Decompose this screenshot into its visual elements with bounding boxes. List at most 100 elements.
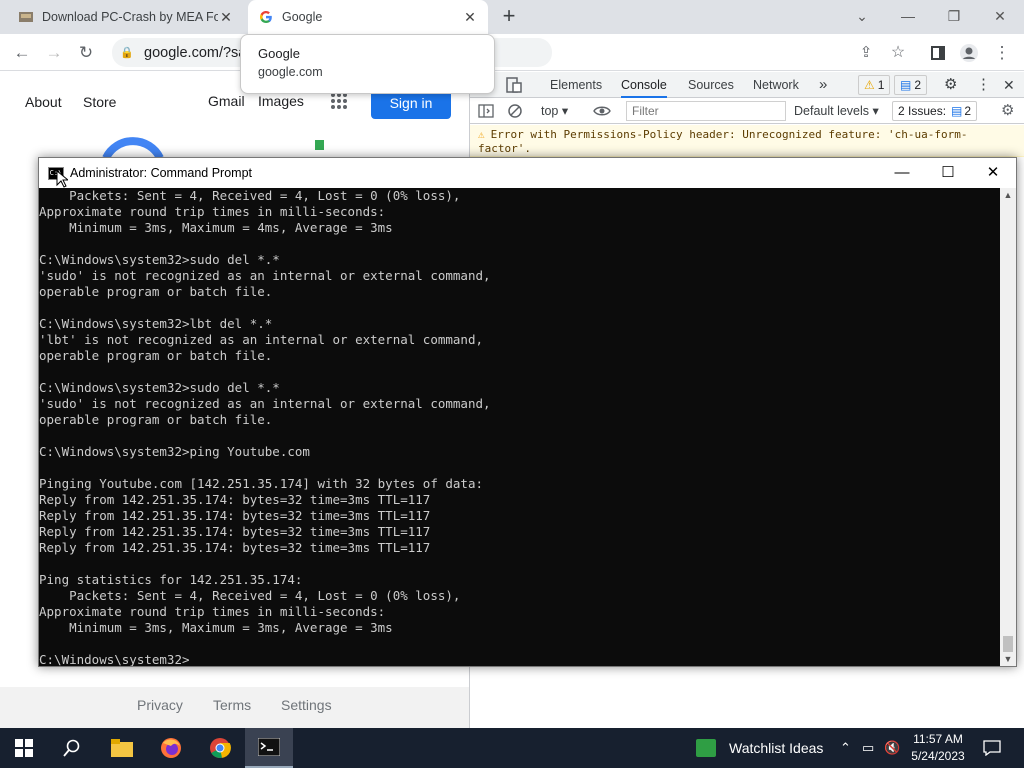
system-clock[interactable]: 11:57 AM 5/24/2023 — [905, 731, 971, 765]
images-link[interactable]: Images — [258, 93, 304, 109]
console-toolbar: top ▾ Filter Default levels ▾ 2 Issues: … — [470, 98, 1024, 124]
device-toolbar-icon[interactable] — [506, 77, 522, 93]
log-levels-dropdown[interactable]: Default levels ▾ — [794, 101, 879, 121]
forward-arrow-icon[interactable]: → — [40, 39, 68, 67]
warnings-count: 1 — [877, 78, 885, 92]
minimize-cmd-button[interactable]: — — [879, 158, 925, 188]
warnings-counter-badge[interactable]: ⚠ 1 — [858, 75, 891, 95]
settings-link[interactable]: Settings — [281, 697, 332, 713]
issues-label: 2 Issues: — [898, 104, 947, 118]
issues-button[interactable]: 2 Issues: ▤ 2 — [892, 101, 978, 121]
tab-console[interactable]: Console — [621, 72, 667, 98]
bookmark-star-icon[interactable]: ☆ — [884, 39, 912, 67]
share-icon[interactable]: ⇪ — [852, 39, 880, 67]
tab-title: Google — [282, 10, 323, 24]
command-prompt-window[interactable]: C:\ Administrator: Command Prompt — ☐ ✕ … — [38, 157, 1017, 667]
messages-count: 2 — [914, 78, 922, 92]
tooltip-title: Google — [258, 46, 300, 61]
scrollbar-thumb[interactable] — [1003, 636, 1013, 652]
mouse-cursor-icon — [56, 169, 70, 191]
browser-toolbar: ← → ↻ 🔒 google.com/?sa ⇪ ☆ ⋮ — [0, 34, 1024, 71]
watchlist-ideas-widget[interactable]: Watchlist Ideas — [696, 728, 823, 768]
pc-crash-favicon-icon — [18, 9, 34, 25]
tab-network[interactable]: Network — [753, 72, 799, 98]
cmd-output-text: Packets: Sent = 4, Received = 4, Lost = … — [39, 188, 491, 666]
context-selector-value: top — [541, 104, 559, 118]
restore-browser-button[interactable]: ❐ — [934, 4, 974, 28]
messages-counter-badge[interactable]: ▤ 2 — [894, 75, 928, 95]
devtools-tab-bar: Elements Console Sources Network » ⚠ 1 ▤… — [470, 72, 1024, 98]
more-tabs-chevron-icon[interactable]: » — [819, 72, 827, 98]
show-hidden-icons-chevron-icon[interactable]: ⌃ — [840, 728, 851, 768]
firefox-icon[interactable] — [147, 728, 195, 768]
log-levels-value: Default levels — [794, 104, 870, 118]
live-expression-eye-icon[interactable] — [593, 102, 611, 120]
warning-text: Error with Permissions-Policy header: Un… — [478, 128, 968, 155]
tab-google[interactable]: Google ✕ — [248, 0, 488, 34]
watchlist-label: Watchlist Ideas — [729, 740, 824, 756]
google-apps-grid-icon[interactable] — [330, 92, 348, 110]
console-settings-gear-icon[interactable]: ⚙ — [1001, 101, 1014, 119]
maximize-cmd-button[interactable]: ☐ — [925, 158, 971, 188]
cmd-window-title: Administrator: Command Prompt — [70, 166, 253, 180]
google-logo-fragment-icon — [102, 132, 164, 158]
cmd-title-bar[interactable]: C:\ Administrator: Command Prompt — ☐ ✕ — [39, 158, 1016, 188]
warning-triangle-icon: ⚠ — [478, 128, 485, 141]
about-link[interactable]: About — [25, 94, 62, 110]
browser-tab-strip: Download PC-Crash by MEA Forensic ✕ Goog… — [0, 0, 1024, 34]
cmd-scrollbar[interactable]: ▲ ▼ — [1000, 188, 1016, 666]
file-explorer-icon[interactable] — [98, 728, 146, 768]
search-icon[interactable] — [48, 728, 96, 768]
taskbar-command-prompt-icon[interactable] — [245, 728, 293, 768]
profile-avatar-icon[interactable] — [955, 39, 983, 67]
volume-muted-icon[interactable]: 🔇 — [884, 728, 900, 768]
notifications-icon[interactable] — [968, 728, 1016, 768]
cmd-console-output[interactable]: Packets: Sent = 4, Received = 4, Lost = … — [39, 188, 999, 666]
privacy-link[interactable]: Privacy — [137, 697, 183, 713]
scroll-up-arrow-icon[interactable]: ▲ — [1000, 190, 1016, 200]
google-logo-fragment-l-icon — [315, 140, 324, 150]
tooltip-url: google.com — [258, 65, 323, 79]
clear-console-icon[interactable] — [507, 103, 523, 119]
minimize-browser-button[interactable]: — — [888, 4, 928, 28]
close-browser-button[interactable]: ✕ — [980, 4, 1020, 28]
devtools-menu-icon[interactable]: ⋮ — [976, 72, 991, 98]
close-devtools-icon[interactable]: ✕ — [1003, 72, 1015, 98]
clock-date: 5/24/2023 — [911, 749, 965, 763]
watchlist-chart-icon — [696, 739, 716, 757]
windows-start-icon[interactable] — [0, 728, 48, 768]
tab-search-chevron-icon[interactable]: ⌄ — [842, 4, 882, 28]
close-cmd-button[interactable]: ✕ — [970, 158, 1016, 188]
close-tab-icon[interactable]: ✕ — [218, 9, 234, 26]
store-link[interactable]: Store — [83, 94, 116, 110]
console-filter-input[interactable]: Filter — [626, 101, 786, 121]
tab-sources[interactable]: Sources — [688, 72, 734, 98]
side-panel-icon[interactable] — [924, 39, 952, 67]
windows-taskbar: Watchlist Ideas ⌃ ▭ 🔇 11:57 AM 5/24/2023 — [0, 728, 1024, 768]
terms-link[interactable]: Terms — [213, 697, 251, 713]
reload-icon[interactable]: ↻ — [72, 39, 100, 67]
back-arrow-icon[interactable]: ← — [8, 39, 36, 67]
scroll-down-arrow-icon[interactable]: ▼ — [1000, 654, 1016, 664]
issues-count: 2 — [964, 104, 972, 118]
new-tab-button[interactable]: + — [496, 4, 522, 30]
browser-menu-icon[interactable]: ⋮ — [988, 39, 1016, 67]
dropdown-arrow-icon: ▾ — [872, 104, 879, 118]
message-bubble-icon: ▤ — [900, 78, 912, 92]
warning-triangle-icon: ⚠ — [864, 78, 875, 92]
tab-hover-tooltip: Google google.com — [240, 34, 495, 94]
tab-title: Download PC-Crash by MEA Forensic — [42, 10, 218, 24]
devtools-settings-gear-icon[interactable]: ⚙ — [944, 72, 957, 98]
google-footer: Privacy Terms Settings — [0, 687, 469, 729]
gmail-link[interactable]: Gmail — [208, 93, 245, 109]
tab-pc-crash[interactable]: Download PC-Crash by MEA Forensic ✕ — [8, 0, 244, 34]
network-icon[interactable]: ▭ — [862, 728, 874, 768]
chrome-icon[interactable] — [196, 728, 244, 768]
address-bar-url: google.com/?sa — [144, 44, 247, 61]
context-selector[interactable]: top ▾ — [541, 101, 568, 121]
sidebar-toggle-icon[interactable] — [478, 103, 494, 119]
google-favicon-icon — [258, 9, 274, 25]
close-tab-icon[interactable]: ✕ — [462, 9, 478, 26]
tab-elements[interactable]: Elements — [550, 72, 602, 98]
message-bubble-icon: ▤ — [951, 104, 963, 118]
